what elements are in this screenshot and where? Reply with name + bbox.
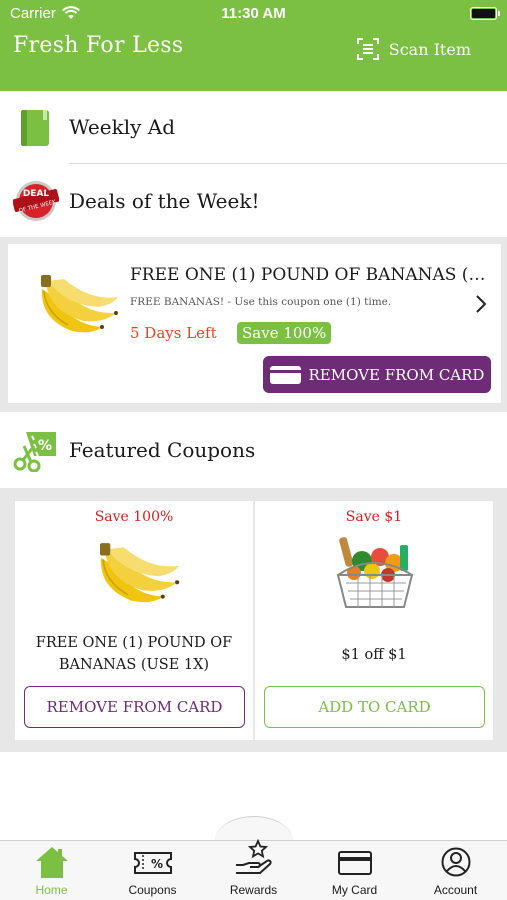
scan-item-button[interactable]: Scan Item xyxy=(356,38,471,60)
bananas-image xyxy=(100,543,180,603)
chevron-right-icon[interactable] xyxy=(475,294,487,314)
battery-icon xyxy=(470,7,500,20)
weekly-ad-row[interactable]: Weekly Ad xyxy=(0,91,507,165)
remove-from-card-label: REMOVE FROM CARD xyxy=(308,365,485,384)
add-to-card-button[interactable]: ADD TO CARD xyxy=(264,686,485,728)
tab-home[interactable]: Home xyxy=(1,845,102,900)
tab-coupons[interactable]: % Coupons xyxy=(102,845,203,900)
tab-account-label: Account xyxy=(433,883,478,897)
tab-account[interactable]: Account xyxy=(405,845,506,900)
book-icon xyxy=(21,110,49,146)
tab-my-card[interactable]: My Card xyxy=(304,845,405,900)
app-header: Carrier 11:30 AM Fresh For Less Scan Ite… xyxy=(0,0,507,91)
coupon-save-label: Save 100% xyxy=(94,509,174,525)
card-icon xyxy=(269,365,301,384)
save-badge: Save 100% xyxy=(237,322,332,344)
coupon-card[interactable]: Save 100% FREE ONE (1) POUND OF BANANAS … xyxy=(15,501,253,740)
coupon-card[interactable]: Save $1 $1 off $1 ADD TO CARD xyxy=(255,501,493,740)
status-bar: Carrier 11:30 AM xyxy=(0,0,507,28)
weekly-ad-label: Weekly Ad xyxy=(69,115,176,139)
deal-of-the-week-badge-icon: DEAL OF THE WEEK xyxy=(13,181,59,221)
coupon-name: $1 off $1 xyxy=(341,647,407,663)
deals-row: DEAL OF THE WEEK Deals of the Week! xyxy=(0,165,507,237)
svg-text:DEAL: DEAL xyxy=(23,189,50,199)
tab-home-label: Home xyxy=(35,883,68,897)
status-time: 11:30 AM xyxy=(221,5,286,22)
coupon-name: FREE ONE (1) POUND OF BANANAS (USE 1X) xyxy=(35,635,233,673)
remove-from-card-button[interactable]: REMOVE FROM CARD xyxy=(263,356,491,393)
deals-label: Deals of the Week! xyxy=(69,189,260,213)
tab-my-card-label: My Card xyxy=(331,883,378,897)
card-icon xyxy=(337,851,372,875)
remove-from-card-button[interactable]: REMOVE FROM CARD xyxy=(24,686,245,728)
coupon-icon: % xyxy=(133,852,172,874)
deal-card[interactable]: FREE ONE (1) POUND OF BANANAS (USE 1X) F… xyxy=(8,244,501,403)
bananas-image xyxy=(41,275,118,333)
featured-coupons-row: % Featured Coupons xyxy=(0,412,507,488)
tab-coupons-label: Coupons xyxy=(128,883,177,897)
rewards-icon xyxy=(235,839,272,874)
featured-coupons-label: Featured Coupons xyxy=(69,438,256,462)
app-title: Fresh For Less xyxy=(13,33,184,58)
svg-text:%: % xyxy=(38,438,52,454)
tab-rewards[interactable]: Rewards xyxy=(203,839,304,900)
days-left-label: 5 Days Left xyxy=(130,324,217,342)
divider xyxy=(69,163,507,164)
deal-title: FREE ONE (1) POUND OF BANANAS (USE 1X) xyxy=(130,265,490,285)
scan-icon xyxy=(356,38,379,60)
tab-rewards-label: Rewards xyxy=(229,883,278,897)
coupon-save-label: Save $1 xyxy=(345,509,403,525)
svg-text:%: % xyxy=(150,857,162,871)
account-icon xyxy=(441,847,470,877)
grocery-basket-image xyxy=(336,537,414,608)
coupon-scissors-icon: % xyxy=(13,432,56,472)
deal-description: FREE BANANAS! - Use this coupon one (1) … xyxy=(130,296,392,308)
home-icon xyxy=(35,847,68,878)
scan-item-label: Scan Item xyxy=(388,39,471,59)
